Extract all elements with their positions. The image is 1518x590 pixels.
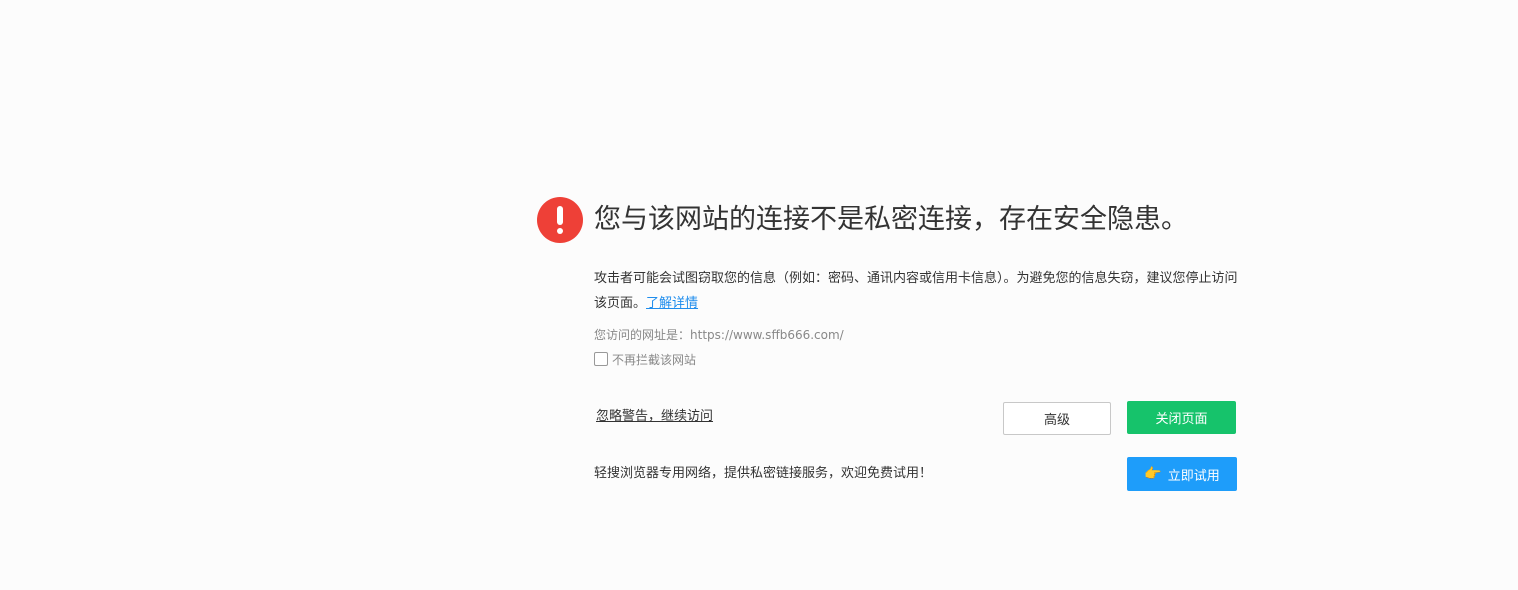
ignore-warning-link[interactable]: 忽略警告，继续访问 — [596, 408, 713, 426]
page-title: 您与该网站的连接不是私密连接，存在安全隐患。 — [594, 204, 1188, 235]
url-value: https://www.sffb666.com/ — [690, 328, 844, 342]
pointing-hand-icon: 👉 — [1144, 466, 1162, 482]
checkbox-icon[interactable] — [594, 352, 608, 366]
exclamation-icon — [537, 197, 583, 243]
no-block-checkbox[interactable]: 不再拦截该网站 — [594, 350, 696, 368]
close-page-button[interactable]: 关闭页面 — [1127, 401, 1236, 434]
promo-text: 轻搜浏览器专用网络，提供私密链接服务，欢迎免费试用！ — [594, 466, 933, 481]
learn-more-link[interactable]: 了解详情 — [646, 296, 698, 311]
no-block-label: 不再拦截该网站 — [612, 352, 697, 367]
try-now-label: 立即试用 — [1167, 468, 1220, 484]
url-label: 您访问的网址是： — [594, 328, 691, 342]
advanced-button[interactable]: 高级 — [1003, 402, 1111, 435]
visited-url: 您访问的网址是：https://www.sffb666.com/ — [594, 326, 844, 344]
warning-description: 攻击者可能会试图窃取您的信息（例如：密码、通讯内容或信用卡信息）。为避免您的信息… — [594, 266, 1242, 316]
try-now-button[interactable]: 👉 立即试用 — [1127, 457, 1237, 491]
